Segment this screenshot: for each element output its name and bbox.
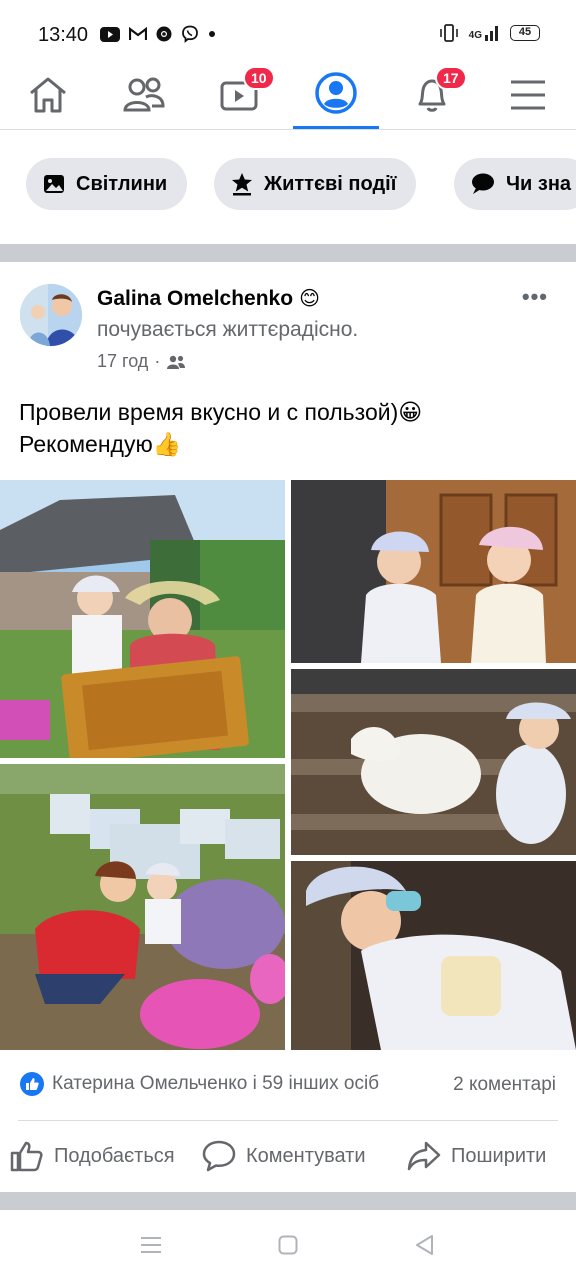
- actions-divider: [18, 1120, 558, 1121]
- profile-chips: Світлини Життєві події Чи зна: [0, 130, 576, 244]
- home-icon: [30, 77, 66, 112]
- watch-badge: 10: [243, 66, 275, 90]
- network-type: 4G: [468, 30, 482, 41]
- post-time[interactable]: 17 год: [97, 351, 148, 372]
- photo-4[interactable]: [0, 764, 285, 1050]
- friends-icon: [123, 77, 165, 111]
- nav-home[interactable]: [5, 60, 91, 129]
- top-navigation: 10 17: [0, 60, 576, 130]
- chip-did-you-know[interactable]: Чи зна: [454, 158, 576, 210]
- battery-icon: 45: [510, 25, 540, 41]
- photo-collage: [0, 480, 576, 1050]
- avatar-image: [20, 284, 82, 346]
- thumbs-up-icon: [10, 1141, 43, 1172]
- reactions-text: Катерина Омельченко і 59 інших осіб: [52, 1073, 380, 1094]
- notifications-badge: 17: [435, 66, 467, 90]
- photo-3[interactable]: [291, 669, 576, 855]
- post-text-line2: Рекомендую👍: [19, 431, 182, 457]
- post-actions: Подобається Коментувати Поширити: [0, 1132, 576, 1188]
- speech-bubble-icon: [472, 173, 494, 194]
- feeling-emoji: 😊: [299, 288, 320, 310]
- vibrate-icon: [439, 24, 458, 42]
- chip-life-events[interactable]: Життєві події: [214, 158, 417, 210]
- post-more-button[interactable]: •••: [522, 284, 548, 310]
- hamburger-menu-icon: [511, 80, 545, 109]
- post-text-line1: Провели время вкусно и с пользой)😀: [19, 399, 423, 425]
- meta-dot: ·: [154, 351, 161, 371]
- like-reaction-icon: [20, 1072, 44, 1096]
- like-button[interactable]: Подобається: [10, 1140, 175, 1172]
- profile-icon: [315, 72, 357, 114]
- status-time: 13:40: [38, 24, 89, 46]
- chip-life-events-label: Життєві події: [264, 172, 397, 195]
- nav-watch[interactable]: 10: [197, 60, 283, 129]
- section-divider: [0, 244, 576, 262]
- chip-photos[interactable]: Світлини: [26, 158, 188, 210]
- share-label: Поширити: [451, 1144, 547, 1167]
- chip-did-you-know-label: Чи зна: [506, 172, 572, 195]
- post-meta: 17 год ·: [97, 351, 186, 372]
- reaction-summary[interactable]: Катерина Омельченко і 59 інших осіб: [20, 1072, 379, 1096]
- signal-icon: [485, 26, 498, 41]
- back-icon[interactable]: [414, 1234, 434, 1256]
- youtube-icon: [100, 26, 120, 42]
- status-system-icons: 4G 45: [439, 24, 540, 42]
- status-bar: 13:40 4G 45: [0, 0, 576, 60]
- system-navigation: [0, 1210, 576, 1280]
- comment-icon: [202, 1140, 236, 1172]
- chrome-icon: [156, 26, 172, 42]
- life-event-icon: [232, 173, 252, 196]
- nav-friends[interactable]: [101, 60, 187, 129]
- nav-notifications[interactable]: 17: [389, 60, 475, 129]
- comment-label: Коментувати: [246, 1144, 366, 1167]
- viber-icon: [182, 25, 198, 43]
- chip-photos-label: Світлини: [76, 172, 168, 195]
- nav-menu[interactable]: [485, 60, 571, 129]
- photo-2[interactable]: [291, 480, 576, 663]
- nav-profile[interactable]: [293, 60, 379, 129]
- home-button-icon[interactable]: [278, 1235, 298, 1255]
- post-divider: [0, 1192, 576, 1210]
- gmail-icon: [129, 27, 147, 40]
- post-author[interactable]: Galina Omelchenko 😊: [97, 286, 320, 311]
- comments-count[interactable]: 2 коментарі: [453, 1074, 556, 1096]
- comment-button[interactable]: Коментувати: [202, 1140, 366, 1172]
- share-button[interactable]: Поширити: [407, 1140, 546, 1172]
- photos-icon: [44, 175, 64, 193]
- status-notification-icons: [100, 25, 216, 43]
- dot-icon: [209, 31, 215, 37]
- share-icon: [407, 1141, 441, 1171]
- post-card: Galina Omelchenko 😊 почувається життєрад…: [0, 262, 576, 1192]
- photo-1[interactable]: [0, 480, 285, 758]
- avatar[interactable]: [20, 284, 82, 346]
- friends-privacy-icon: [167, 355, 186, 369]
- post-feeling: почувається життєрадісно.: [97, 318, 359, 341]
- like-label: Подобається: [54, 1144, 175, 1167]
- photo-5[interactable]: [291, 861, 576, 1050]
- author-name: Galina Omelchenko: [97, 286, 294, 310]
- post-text: Провели время вкусно и с пользой)😀 Реком…: [19, 396, 559, 460]
- recent-apps-icon[interactable]: [140, 1236, 162, 1254]
